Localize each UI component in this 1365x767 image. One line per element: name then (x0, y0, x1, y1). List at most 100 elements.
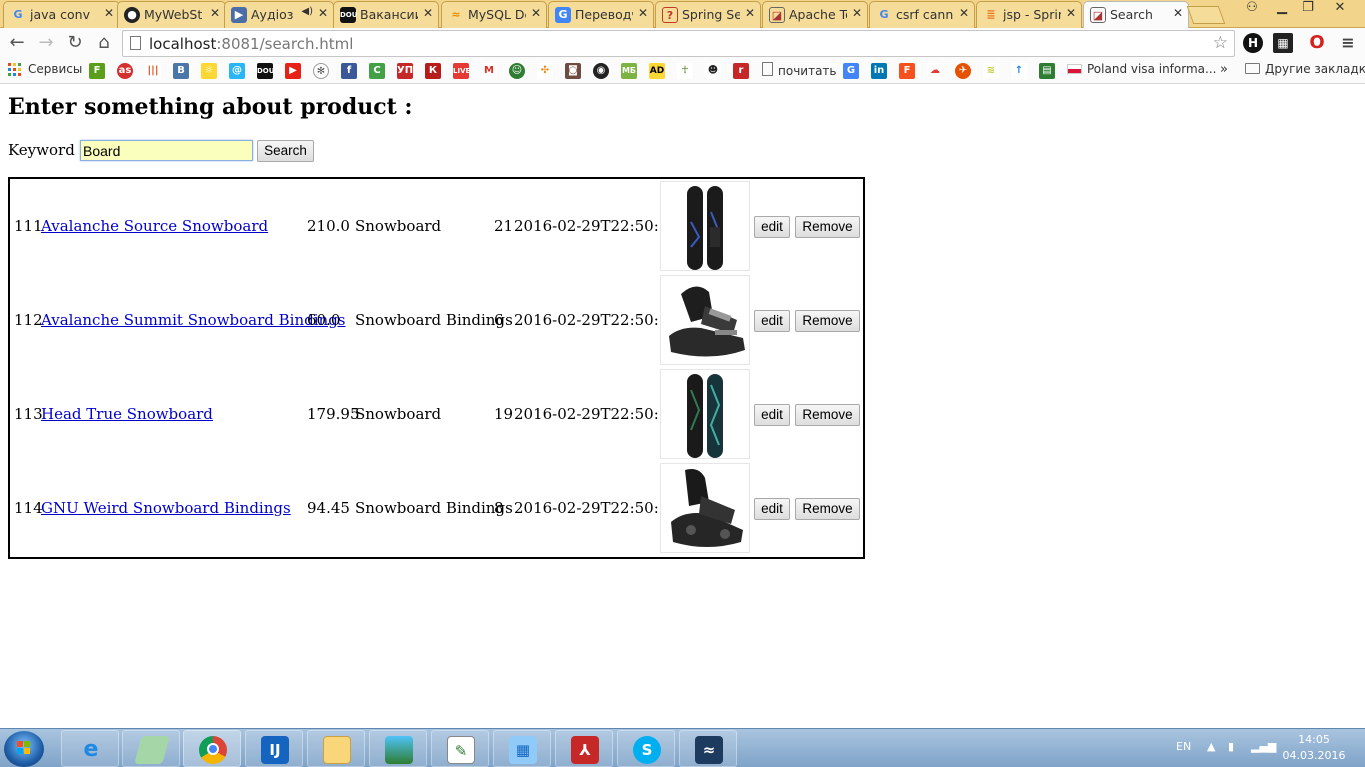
edit-button[interactable]: edit (754, 216, 790, 238)
user-icon[interactable]: ⚇ (1238, 0, 1266, 20)
f-icon[interactable]: F (899, 63, 915, 79)
taskbar-acrobat[interactable]: ⅄ (555, 730, 613, 767)
live-icon[interactable]: LIVE (453, 63, 470, 79)
close-icon[interactable]: ✕ (423, 6, 433, 20)
arrow-up-icon[interactable]: ↑ (1011, 63, 1027, 79)
tab-spring-security[interactable]: ? Spring Se ✕ (655, 1, 761, 28)
back-button[interactable]: ← (6, 32, 28, 54)
k-icon[interactable]: К (425, 63, 441, 79)
close-icon[interactable]: ✕ (852, 6, 862, 20)
minimize-button[interactable]: ▁ (1268, 0, 1296, 20)
edit-button[interactable]: edit (754, 498, 790, 520)
taskbar-photos[interactable] (369, 730, 427, 767)
close-icon[interactable]: ✕ (531, 6, 541, 20)
face-icon[interactable]: ☻ (705, 63, 721, 79)
address-bar[interactable]: localhost:8081/search.html ☆ (122, 30, 1235, 57)
tab-vacancies[interactable]: DOU Вакансии ✕ (333, 1, 439, 28)
sun-icon[interactable]: ☼ (201, 63, 217, 79)
extension-icon[interactable]: ▦ (1273, 33, 1293, 53)
edit-button[interactable]: edit (754, 404, 790, 426)
close-icon[interactable]: ✕ (959, 6, 969, 20)
opera-green-icon[interactable]: ☺ (509, 63, 525, 79)
close-icon[interactable]: ✕ (210, 6, 220, 20)
m-icon[interactable]: MБ (621, 63, 637, 79)
taskbar-editor[interactable]: ✎ (431, 730, 489, 767)
ad-icon[interactable]: AD (649, 63, 665, 79)
tab-apache-tomcat[interactable]: ◪ Apache To ✕ (762, 1, 868, 28)
taskbar-mysql-workbench[interactable]: ≈ (679, 730, 737, 767)
tab-jsp-spring[interactable]: ≣ jsp - Sprin ✕ (976, 1, 1082, 28)
reload-button[interactable]: ↻ (64, 32, 86, 54)
sheets-icon[interactable]: ▤ (1039, 63, 1055, 79)
globe-icon[interactable]: ✻ (313, 63, 329, 79)
tab-search[interactable]: ◪ Search ✕ (1083, 1, 1189, 29)
start-button[interactable] (4, 731, 44, 767)
other-bookmarks[interactable]: Другие закладки (1245, 62, 1365, 76)
figure-icon[interactable]: ☥ (677, 63, 693, 79)
clock[interactable]: 14:05 04.03.2016 (1280, 732, 1348, 764)
tab-java-conv[interactable]: G java conv ✕ (3, 1, 120, 28)
feedly-icon[interactable]: F (89, 63, 105, 79)
edit-button[interactable]: edit (754, 310, 790, 332)
menu-icon[interactable]: ≡ (1338, 33, 1358, 53)
refresh-icon[interactable]: C (369, 63, 385, 79)
signal-icon[interactable]: ▂▄▆ (1251, 740, 1276, 753)
remove-button[interactable]: Remove (795, 310, 860, 332)
at-icon[interactable]: @ (229, 63, 245, 79)
close-icon[interactable]: ✕ (1066, 6, 1076, 20)
cloud-icon[interactable]: ☁ (927, 63, 943, 79)
search-button[interactable]: Search (257, 140, 314, 162)
youtube-icon[interactable]: ▶ (285, 63, 301, 79)
new-tab-button[interactable] (1186, 6, 1226, 24)
product-name-link[interactable]: Avalanche Source Snowboard (41, 217, 268, 235)
power-icon[interactable]: ▮ (1228, 740, 1234, 753)
gmail-icon[interactable]: M (481, 63, 497, 79)
tab-mywebstore[interactable]: ● MyWebSt ✕ (117, 1, 226, 28)
dou-icon[interactable]: DOU (257, 63, 274, 79)
lastfm-icon[interactable]: as (117, 63, 133, 79)
taskbar-ie[interactable]: e (61, 730, 119, 767)
tray-expand-icon[interactable]: ▲ (1207, 740, 1215, 753)
speaker-icon[interactable]: ◀) (301, 6, 313, 17)
plane-icon[interactable]: ✈ (955, 63, 971, 79)
home-button[interactable]: ⌂ (93, 32, 115, 54)
facebook-icon[interactable]: f (341, 63, 357, 79)
linkedin-icon[interactable]: in (871, 63, 887, 79)
opera-extension-icon[interactable]: O (1307, 33, 1327, 53)
close-icon[interactable]: ✕ (104, 6, 114, 20)
hola-extension-icon[interactable]: H (1243, 33, 1263, 53)
bookmark-star-icon[interactable]: ☆ (1213, 33, 1228, 53)
product-name-link[interactable]: Head True Snowboard (41, 405, 213, 423)
tab-mysql[interactable]: ≈ MySQL De ✕ (441, 1, 547, 28)
taskbar-skype[interactable]: S (617, 730, 675, 767)
apps-icon[interactable] (8, 63, 22, 77)
taskbar-notepad[interactable] (122, 730, 180, 767)
taskbar-explorer[interactable] (307, 730, 365, 767)
vk-icon[interactable]: B (173, 63, 189, 79)
tab-audio[interactable]: ▶ Аудіоз ◀) ✕ (224, 1, 334, 28)
close-icon[interactable]: ✕ (318, 6, 328, 20)
restore-button[interactable]: ❐ (1294, 0, 1322, 20)
keyword-input[interactable] (80, 140, 253, 161)
translate-icon[interactable]: G (843, 63, 859, 79)
bookmarks-overflow-button[interactable]: » (1220, 62, 1228, 77)
product-name-link[interactable]: Avalanche Summit Snowboard Bindings (41, 311, 346, 329)
remove-button[interactable]: Remove (795, 498, 860, 520)
taskbar-chrome[interactable] (183, 730, 241, 767)
taskbar-intellij[interactable]: IJ (245, 730, 303, 767)
taskbar-network[interactable]: ▦ (493, 730, 551, 767)
instagram-icon[interactable]: ◙ (565, 63, 581, 79)
close-icon[interactable]: ✕ (1173, 6, 1183, 20)
tab-csrf[interactable]: G csrf canno ✕ (869, 1, 975, 28)
close-icon[interactable]: ✕ (745, 6, 755, 20)
github-icon[interactable]: ◉ (593, 63, 609, 79)
product-name-link[interactable]: GNU Weird Snowboard Bindings (41, 499, 291, 517)
poland-visa-bookmark[interactable]: Poland visa informa... (1067, 62, 1216, 76)
forward-button[interactable]: → (35, 32, 57, 54)
joomla-icon[interactable]: ✣ (537, 63, 553, 79)
stripes-icon[interactable]: ≋ (983, 63, 999, 79)
ukrnet-icon[interactable]: УП (397, 63, 413, 79)
tab-translate[interactable]: G Переводч ✕ (548, 1, 654, 28)
apps-bookmark[interactable]: Сервисы (28, 62, 82, 76)
r-icon[interactable]: r (733, 63, 749, 79)
